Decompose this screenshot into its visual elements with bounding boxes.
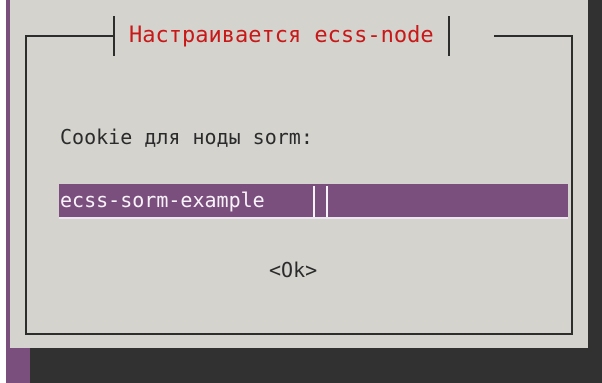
cookie-prompt-label: Cookie для ноды sorm:	[60, 125, 313, 149]
configuration-dialog: Настраивается ecss-node Cookie для ноды …	[10, 0, 588, 348]
dialog-shadow-bottom	[30, 348, 602, 383]
dialog-title: Настраивается ecss-node	[113, 16, 450, 56]
dialog-border-bottom	[25, 333, 573, 335]
dialog-shadow-right	[588, 0, 602, 383]
text-cursor	[313, 186, 328, 217]
dialog-border-top-right	[494, 35, 573, 37]
dialog-border-left	[25, 35, 27, 335]
dialog-border-right	[571, 35, 573, 335]
terminal-dialog-screen: Настраивается ecss-node Cookie для ноды …	[0, 0, 602, 383]
ok-button[interactable]: <Ok>	[269, 256, 317, 284]
cookie-input-value: ecss-sorm-example	[60, 188, 265, 212]
dialog-border-top-left	[25, 35, 113, 37]
cookie-input-field[interactable]: ecss-sorm-example	[59, 184, 568, 219]
